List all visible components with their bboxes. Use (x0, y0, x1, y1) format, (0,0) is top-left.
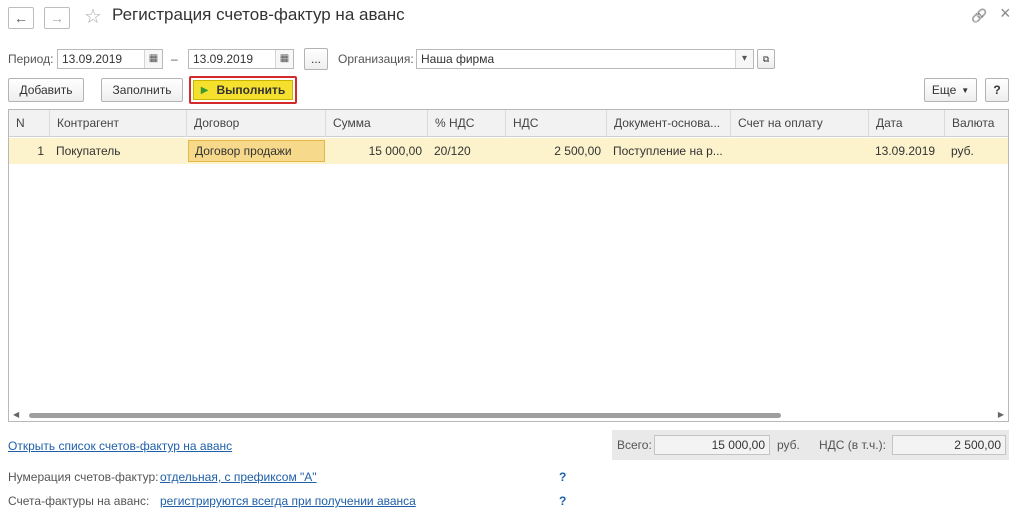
arrow-left-icon: ← (14, 10, 28, 26)
organization-field[interactable]: Наша фирма ▾ (416, 49, 754, 69)
column-header-n[interactable]: N (9, 110, 50, 137)
chevron-down-icon: ▼ (961, 85, 970, 95)
arrow-right-icon: → (50, 10, 64, 26)
dropdown-icon[interactable]: ▾ (735, 50, 753, 68)
date-to-field[interactable]: 13.09.2019 ▦ (188, 49, 294, 69)
date-from-field[interactable]: 13.09.2019 ▦ (57, 49, 163, 69)
play-icon: ▶ (200, 84, 209, 96)
table-row[interactable]: 1 Покупатель Договор продажи 15 000,00 2… (9, 138, 1008, 164)
organization-value: Наша фирма (421, 52, 495, 66)
run-button[interactable]: ▶ Выполнить (193, 80, 293, 100)
open-form-icon: ⧉ (762, 53, 770, 64)
invoices-table[interactable]: N Контрагент Договор Сумма % НДС НДС Док… (8, 109, 1009, 422)
forward-button[interactable]: → (44, 7, 70, 29)
period-dash: – (171, 52, 178, 66)
fill-button[interactable]: Заполнить (101, 78, 183, 102)
horizontal-scrollbar[interactable]: ◀ ▶ (9, 409, 1008, 421)
invoices-label: Счета-фактуры на аванс: (8, 494, 150, 508)
calendar-icon[interactable]: ▦ (275, 50, 293, 68)
totals-panel: Всего: 15 000,00 руб. НДС (в т.ч.): 2 50… (612, 430, 1009, 460)
numbering-link[interactable]: отдельная, с префиксом "А" (160, 470, 317, 484)
cell-base-document[interactable]: Поступление на р... (607, 138, 731, 164)
organization-label: Организация: (338, 52, 414, 66)
table-header: N Контрагент Договор Сумма % НДС НДС Док… (9, 110, 1008, 137)
page-title: Регистрация счетов-фактур на аванс (112, 5, 405, 24)
ellipsis-label: ... (310, 52, 321, 66)
cell-invoice[interactable] (731, 138, 869, 164)
period-select-button[interactable]: ... (304, 48, 328, 70)
vat-total-value: 2 500,00 (892, 435, 1006, 455)
scroll-left-icon[interactable]: ◀ (13, 409, 19, 421)
column-header-vat[interactable]: НДС (506, 110, 607, 137)
add-button-label: Добавить (19, 83, 73, 97)
cell-contract[interactable]: Договор продажи (188, 140, 325, 162)
cell-sum[interactable]: 15 000,00 (326, 138, 428, 164)
cell-vat[interactable]: 2 500,00 (506, 138, 607, 164)
cell-n: 1 (37, 144, 44, 158)
date-to-value: 13.09.2019 (193, 52, 254, 66)
column-header-contract[interactable]: Договор (187, 110, 326, 137)
fill-button-label: Заполнить (112, 83, 172, 97)
calendar-icon[interactable]: ▦ (144, 50, 162, 68)
cell-counterparty[interactable]: Покупатель (50, 138, 187, 164)
column-header-currency[interactable]: Валюта (945, 110, 1008, 137)
close-icon[interactable]: × (1000, 3, 1011, 24)
add-button[interactable]: Добавить (8, 78, 84, 102)
help-button-label: ? (993, 83, 1001, 97)
more-button-label: Еще (931, 83, 957, 97)
scrollbar-thumb[interactable] (29, 413, 781, 418)
column-header-vat-rate[interactable]: % НДС (428, 110, 506, 137)
numbering-help-icon[interactable]: ? (559, 470, 566, 484)
cell-vat-rate[interactable]: 20/120 (428, 138, 506, 164)
column-header-date[interactable]: Дата (869, 110, 945, 137)
favorite-star-icon[interactable]: ☆ (84, 4, 102, 29)
back-button[interactable]: ← (8, 7, 34, 29)
numbering-label: Нумерация счетов-фактур: (8, 470, 159, 484)
invoices-help-icon[interactable]: ? (559, 494, 566, 508)
total-label: Всего: (617, 438, 652, 452)
date-from-value: 13.09.2019 (62, 52, 123, 66)
period-label: Период: (8, 52, 54, 66)
column-header-sum[interactable]: Сумма (326, 110, 428, 137)
scroll-right-icon[interactable]: ▶ (998, 409, 1004, 421)
run-button-highlight: ▶ Выполнить (189, 76, 297, 104)
total-value: 15 000,00 (654, 435, 770, 455)
cell-date[interactable]: 13.09.2019 (869, 138, 945, 164)
cell-currency[interactable]: руб. (945, 138, 1008, 164)
help-button[interactable]: ? (985, 78, 1009, 102)
total-currency: руб. (777, 438, 800, 452)
invoices-link[interactable]: регистрируются всегда при получении аван… (160, 494, 416, 508)
more-button[interactable]: Еще ▼ (924, 78, 977, 102)
vat-total-label: НДС (в т.ч.): (819, 438, 886, 452)
column-header-counterparty[interactable]: Контрагент (50, 110, 187, 137)
open-invoice-list-link[interactable]: Открыть список счетов-фактур на аванс (8, 439, 232, 453)
run-button-label: Выполнить (216, 83, 286, 97)
column-header-invoice[interactable]: Счет на оплату (731, 110, 869, 137)
column-header-base-document[interactable]: Документ-основа... (607, 110, 731, 137)
open-organization-button[interactable]: ⧉ (757, 49, 775, 69)
link-icon[interactable]: 🔗 (971, 8, 987, 24)
